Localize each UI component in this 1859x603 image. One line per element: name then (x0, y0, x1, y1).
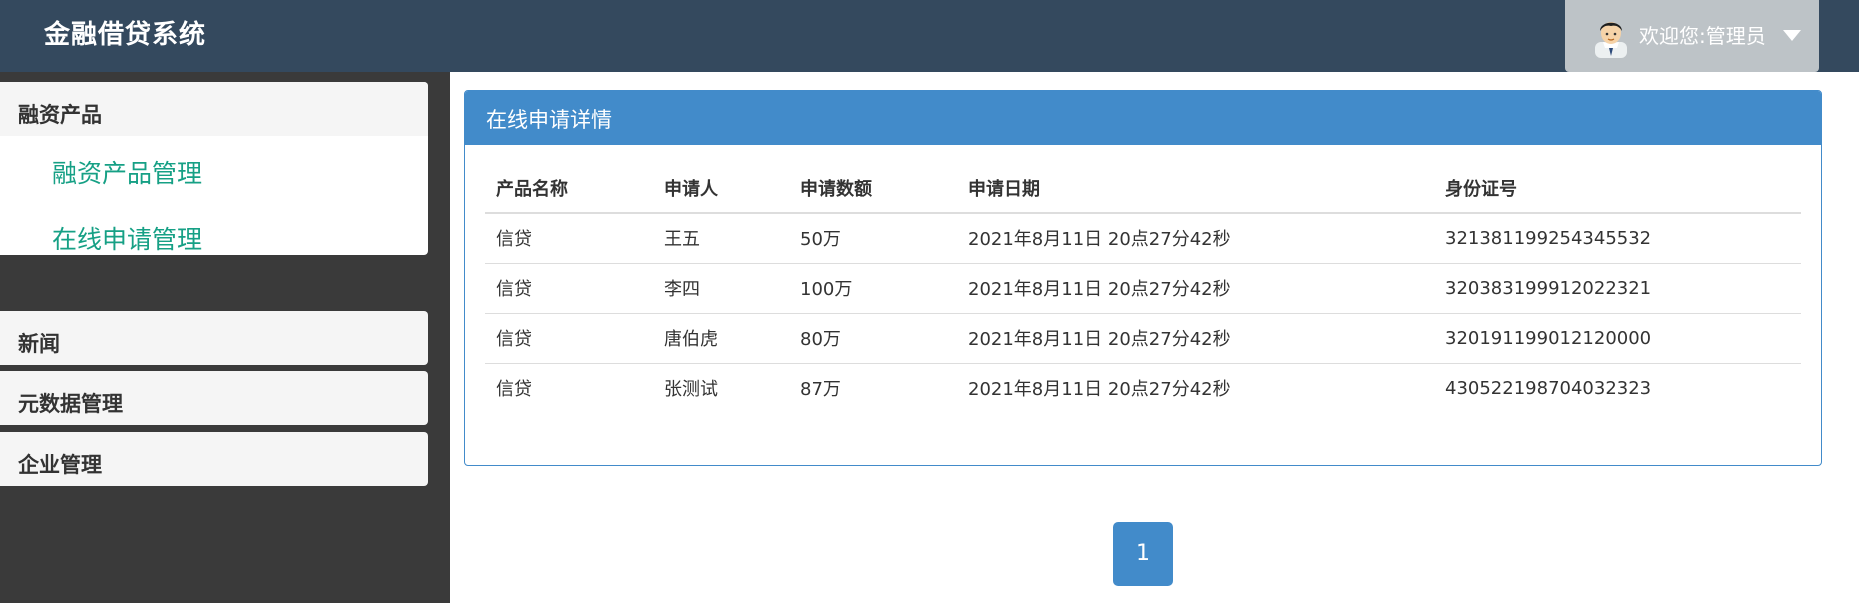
user-avatar-icon (1595, 22, 1627, 58)
pagination-page-button[interactable]: 1 (1113, 522, 1173, 586)
sidebar-group-finance-products: 融资产品 融资产品管理 在线申请管理 (0, 82, 428, 255)
caret-down-icon (1783, 30, 1801, 41)
cell-amount: 80万 (789, 312, 957, 363)
sidebar-group-header-news[interactable]: 新闻 (0, 311, 428, 365)
cell-product-name: 信贷 (485, 362, 653, 413)
cell-date: 2021年8月11日 20点27分42秒 (957, 212, 1434, 263)
cell-applicant: 王五 (653, 212, 789, 263)
sidebar-group-header-metadata[interactable]: 元数据管理 (0, 371, 428, 425)
column-header-date: 申请日期 (957, 163, 1434, 214)
cell-amount: 50万 (789, 212, 957, 263)
sidebar-item-online-application-management[interactable]: 在线申请管理 (0, 208, 428, 255)
table-row: 信贷 王五 50万 2021年8月11日 20点27分42秒 321381199… (485, 212, 1801, 263)
sidebar-group-news: 新闻 (0, 311, 428, 365)
sidebar-group-metadata: 元数据管理 (0, 371, 428, 425)
cell-product-name: 信贷 (485, 262, 653, 313)
cell-id-number: 320383199912022321 (1434, 262, 1801, 313)
sidebar-group-enterprise: 企业管理 (0, 432, 428, 486)
application-details-panel: 在线申请详情 产品名称 申请人 申请数额 申请日期 身份证号 信贷 王五 50万 (464, 90, 1822, 466)
column-header-product-name: 产品名称 (485, 163, 653, 214)
sidebar-item-finance-product-management[interactable]: 融资产品管理 (0, 136, 428, 208)
sidebar: 融资产品 融资产品管理 在线申请管理 新闻 元数据管理 企业管理 (0, 72, 450, 603)
cell-applicant: 张测试 (653, 362, 789, 413)
column-header-applicant: 申请人 (653, 163, 789, 214)
cell-date: 2021年8月11日 20点27分42秒 (957, 262, 1434, 313)
cell-product-name: 信贷 (485, 312, 653, 363)
cell-product-name: 信贷 (485, 212, 653, 263)
user-menu-dropdown[interactable]: 欢迎您:管理员 (1565, 0, 1819, 72)
welcome-user-label: 欢迎您:管理员 (1639, 24, 1766, 48)
cell-id-number: 321381199254345532 (1434, 212, 1801, 263)
applications-table: 产品名称 申请人 申请数额 申请日期 身份证号 信贷 王五 50万 2021年8… (485, 163, 1801, 413)
cell-id-number: 320191199012120000 (1434, 312, 1801, 363)
cell-date: 2021年8月11日 20点27分42秒 (957, 362, 1434, 413)
app-brand-title[interactable]: 金融借贷系统 (44, 14, 206, 51)
table-row: 信贷 李四 100万 2021年8月11日 20点27分42秒 32038319… (485, 262, 1801, 313)
cell-amount: 87万 (789, 362, 957, 413)
cell-applicant: 唐伯虎 (653, 312, 789, 363)
cell-date: 2021年8月11日 20点27分42秒 (957, 312, 1434, 363)
panel-title: 在线申请详情 (465, 91, 1821, 145)
sidebar-group-header-finance-products[interactable]: 融资产品 (0, 82, 428, 136)
cell-amount: 100万 (789, 262, 957, 313)
column-header-id-number: 身份证号 (1434, 163, 1801, 214)
table-row: 信贷 张测试 87万 2021年8月11日 20点27分42秒 43052219… (485, 362, 1801, 413)
table-header-row: 产品名称 申请人 申请数额 申请日期 身份证号 (485, 163, 1801, 214)
table-row: 信贷 唐伯虎 80万 2021年8月11日 20点27分42秒 32019119… (485, 312, 1801, 363)
top-navbar: 金融借贷系统 欢迎您:管理员 (0, 0, 1859, 72)
column-header-amount: 申请数额 (789, 163, 957, 214)
cell-id-number: 430522198704032323 (1434, 362, 1801, 413)
cell-applicant: 李四 (653, 262, 789, 313)
sidebar-group-header-enterprise[interactable]: 企业管理 (0, 432, 428, 486)
